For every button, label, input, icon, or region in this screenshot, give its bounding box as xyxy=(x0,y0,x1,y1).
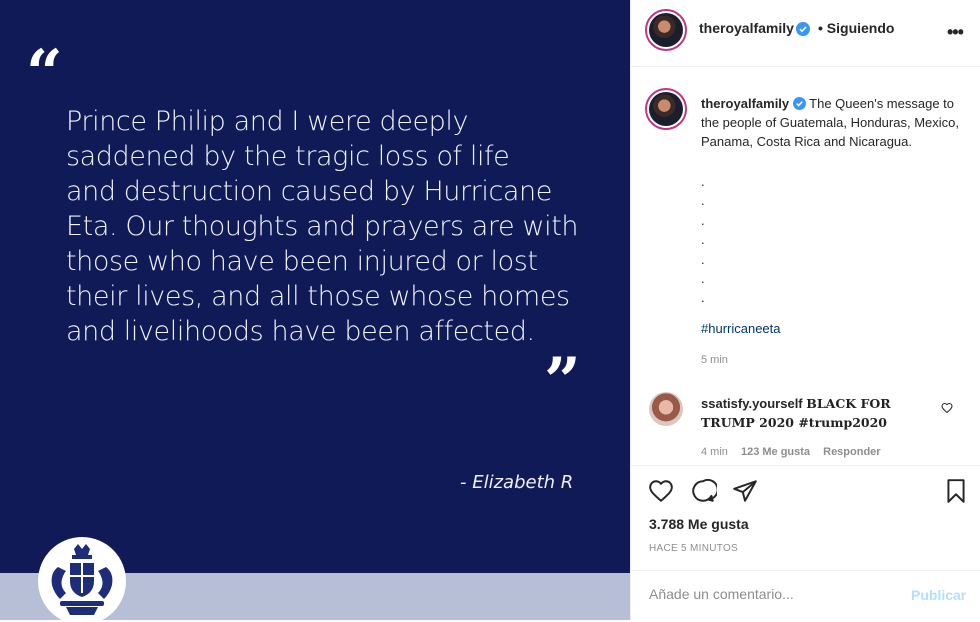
comment-meta: 4 min 123 Me gusta Responder xyxy=(701,446,891,458)
caption: theroyalfamily The Queen's message to th… xyxy=(701,94,966,151)
comment: ssatisfy.yourself 𝐁𝐋𝐀𝐂𝐊 𝐅𝐎𝐑 𝐓𝐑𝐔𝐌𝐏 𝟐𝟎𝟐𝟎 #… xyxy=(701,394,931,432)
like-heart-icon[interactable] xyxy=(647,478,675,504)
commenter-avatar[interactable] xyxy=(649,392,683,426)
save-bookmark-icon[interactable] xyxy=(943,478,969,504)
author-username[interactable]: theroyalfamily xyxy=(699,20,794,36)
open-quote-mark: “ xyxy=(26,36,63,111)
share-direct-icon[interactable] xyxy=(731,478,759,504)
royal-crest-icon xyxy=(38,537,126,620)
post-actions: 3.788 Me gusta HACE 5 MINUTOS Publicar xyxy=(631,465,980,621)
author-avatar[interactable] xyxy=(645,9,687,51)
comment-timestamp: 4 min xyxy=(701,446,728,458)
caption-timestamp: 5 min xyxy=(701,354,728,366)
comment-input[interactable] xyxy=(647,585,901,603)
caption-avatar[interactable] xyxy=(645,88,687,130)
quote-line: and destruction caused by Hurricane xyxy=(66,176,552,207)
quote-line: Eta. Our thoughts and prayers are with xyxy=(66,211,579,242)
likes-count[interactable]: 3.788 Me gusta xyxy=(649,516,749,532)
verified-badge-icon xyxy=(796,22,810,36)
quote-line: saddened by the tragic loss of life xyxy=(66,141,510,172)
like-comment-heart-icon[interactable] xyxy=(941,402,953,414)
comment-bubble-icon[interactable] xyxy=(689,478,717,504)
caption-dots: . . . . . . . xyxy=(701,174,705,306)
quote-line: their lives, and all those whose homes xyxy=(66,281,570,312)
quote-line: those who have been injured or lost xyxy=(66,246,538,277)
quote-text: Prince Philip and I were deeply saddened… xyxy=(66,104,606,349)
post-age: HACE 5 MINUTOS xyxy=(649,543,739,554)
quote-line: Prince Philip and I were deeply xyxy=(66,106,469,137)
comment-likes[interactable]: 123 Me gusta xyxy=(741,446,810,458)
add-comment-row: Publicar xyxy=(631,570,980,622)
following-status-button[interactable]: • Siguiendo xyxy=(818,20,894,36)
post-header: theroyalfamily • Siguiendo ••• xyxy=(631,0,980,67)
caption-username[interactable]: theroyalfamily xyxy=(701,96,789,111)
commenter-username[interactable]: ssatisfy.yourself xyxy=(701,396,803,411)
more-options-icon[interactable]: ••• xyxy=(947,22,964,43)
verified-badge-icon xyxy=(792,97,806,110)
publish-button[interactable]: Publicar xyxy=(911,587,966,603)
post-image[interactable]: “ Prince Philip and I were deeply sadden… xyxy=(0,0,630,620)
reply-button[interactable]: Responder xyxy=(823,446,880,458)
quote-line: and livelihoods have been affected. xyxy=(66,316,535,347)
hashtag-link[interactable]: #hurricaneeta xyxy=(701,321,781,336)
signature: - Elizabeth R xyxy=(460,472,574,493)
close-quote-mark: ” xyxy=(544,344,581,419)
post-side-panel: theroyalfamily • Siguiendo ••• theroyalf… xyxy=(630,0,980,620)
